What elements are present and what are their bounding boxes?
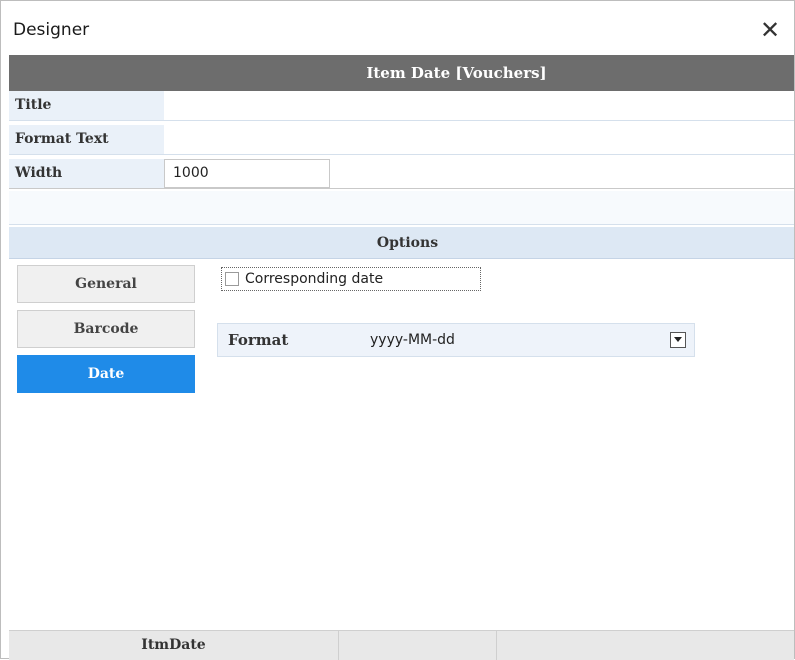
close-icon[interactable]: ✕ <box>753 13 787 47</box>
status-field-name: ItmDate <box>9 631 339 660</box>
corresponding-date-label: Corresponding date <box>245 271 384 287</box>
format-text-input[interactable] <box>164 125 794 154</box>
corresponding-date-checkbox[interactable] <box>225 272 239 286</box>
item-header-title: Item Date [Vouchers] <box>366 64 547 82</box>
property-row-width: Width 1000 <box>9 159 794 189</box>
tab-barcode[interactable]: Barcode <box>17 310 195 348</box>
window-title: Designer <box>13 20 90 40</box>
status-cell-empty-2 <box>497 631 794 660</box>
format-label: Format <box>228 331 289 349</box>
tab-general[interactable]: General <box>17 265 195 303</box>
options-title: Options <box>376 234 439 251</box>
format-row: Format yyyy-MM-dd <box>217 323 695 357</box>
status-cell-empty-1 <box>339 631 497 660</box>
title-label: Title <box>9 91 164 120</box>
status-bar: ItmDate <box>9 630 794 660</box>
corresponding-date-checkbox-control[interactable]: Corresponding date <box>221 267 481 291</box>
property-row-title: Title <box>9 91 794 121</box>
empty-property-row <box>9 191 794 225</box>
tab-date[interactable]: Date <box>17 355 195 393</box>
property-row-format-text: Format Text <box>9 125 794 155</box>
chevron-down-icon[interactable] <box>670 332 686 348</box>
width-input[interactable]: 1000 <box>164 159 330 188</box>
options-header: Options <box>9 227 794 259</box>
format-text-label: Format Text <box>9 125 164 154</box>
width-label: Width <box>9 159 164 188</box>
item-header: Item Date [Vouchers] <box>9 55 794 91</box>
title-input[interactable] <box>164 91 794 120</box>
title-bar: Designer ✕ <box>1 1 794 53</box>
designer-window: Designer ✕ Item Date [Vouchers] Title Fo… <box>0 0 795 660</box>
format-select[interactable]: yyyy-MM-dd <box>370 324 455 356</box>
